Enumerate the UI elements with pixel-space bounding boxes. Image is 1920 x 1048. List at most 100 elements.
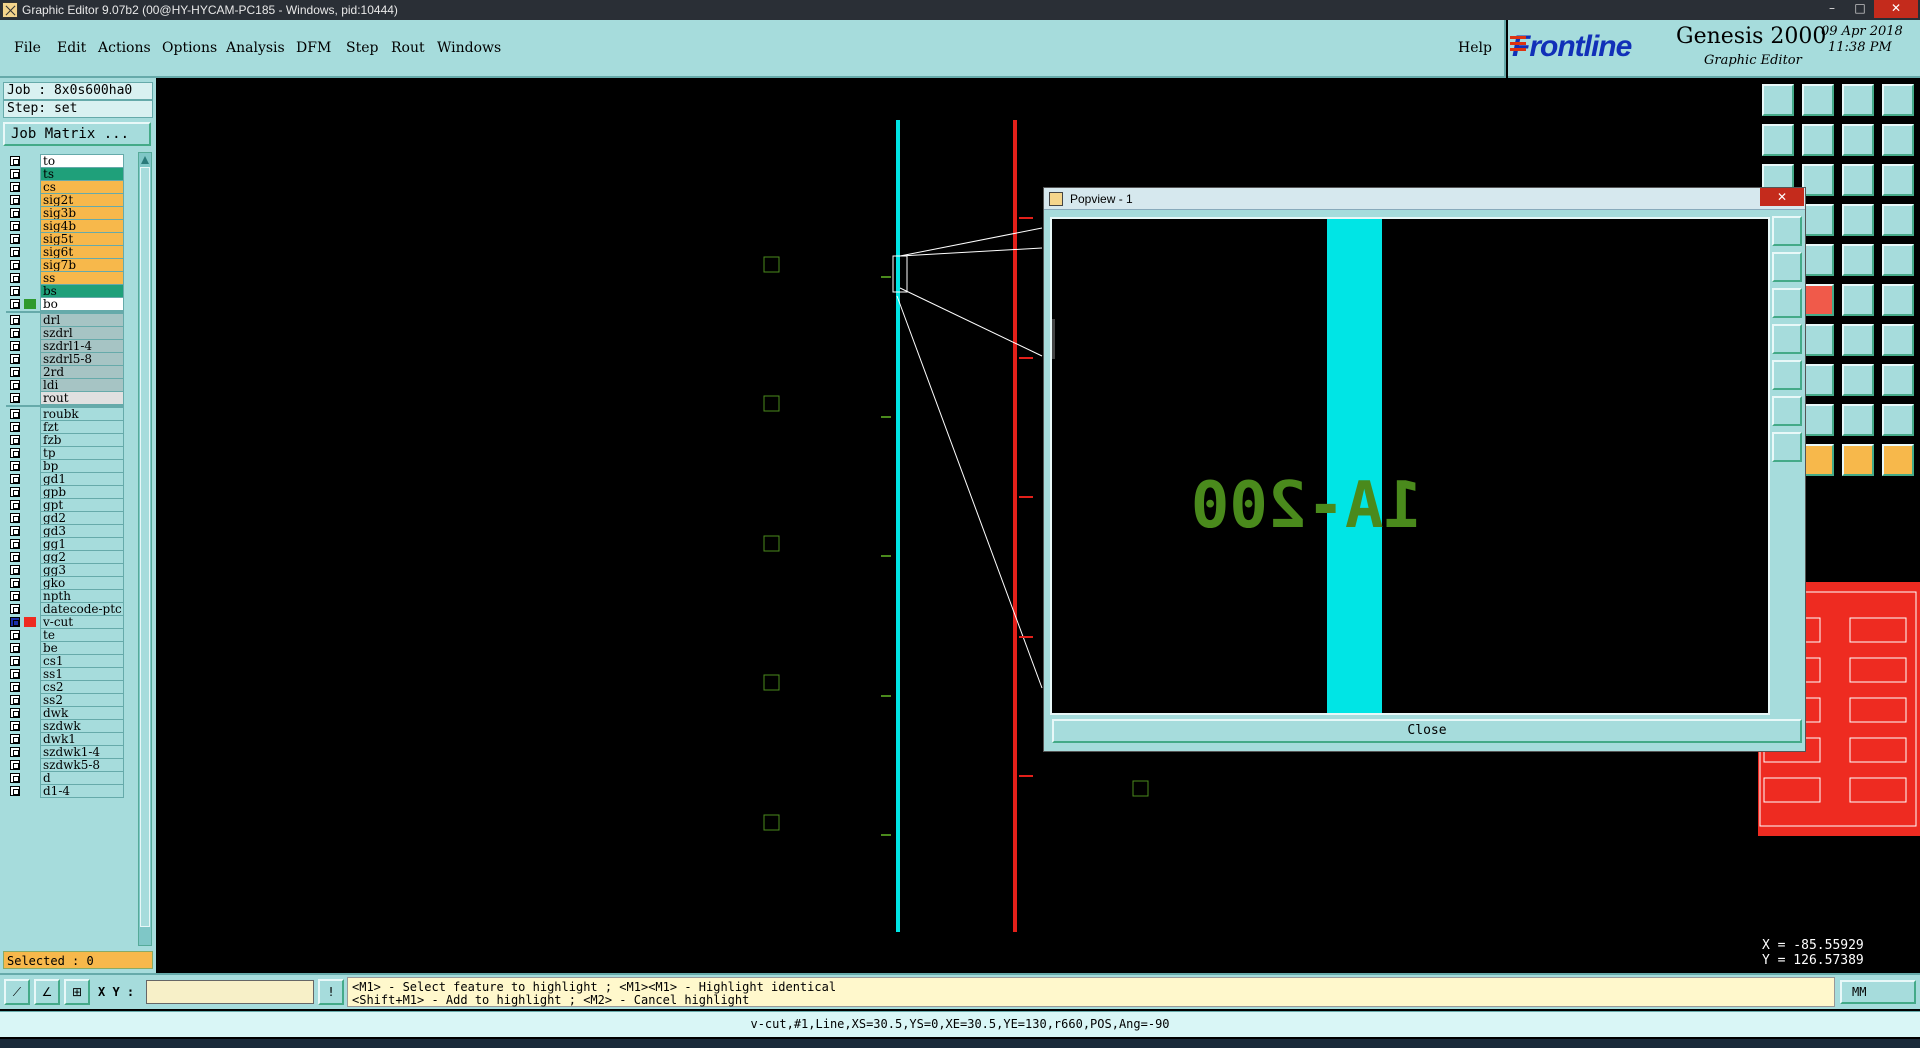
- layer-checkbox[interactable]: [10, 435, 20, 445]
- layer-checkbox[interactable]: [10, 682, 20, 692]
- menu-actions[interactable]: Actions: [98, 40, 151, 56]
- layer-checkbox[interactable]: [10, 643, 20, 653]
- layer-row[interactable]: cs: [6, 180, 124, 194]
- minimize-button[interactable]: –: [1818, 0, 1846, 18]
- layer-checkbox[interactable]: [10, 708, 20, 718]
- home-icon[interactable]: [1842, 84, 1874, 116]
- layer-row[interactable]: szdrl1-4: [6, 339, 124, 353]
- redraw-icon[interactable]: [1882, 124, 1914, 156]
- layer-row[interactable]: ss: [6, 271, 124, 285]
- layer-row[interactable]: npth: [6, 589, 124, 603]
- layer-row[interactable]: fzb: [6, 433, 124, 447]
- layer-row[interactable]: tp: [6, 446, 124, 460]
- layer-row[interactable]: gg2: [6, 550, 124, 564]
- layer-name[interactable]: gg1: [40, 537, 124, 551]
- layer-row[interactable]: gg1: [6, 537, 124, 551]
- layer-row[interactable]: cs1: [6, 654, 124, 668]
- layer-row[interactable]: dwk: [6, 706, 124, 720]
- layer-name[interactable]: szdrl: [40, 326, 124, 340]
- layer-name[interactable]: dwk1: [40, 732, 124, 746]
- layer-name[interactable]: gpt: [40, 498, 124, 512]
- layer-name[interactable]: sig4b: [40, 219, 124, 233]
- layer-name[interactable]: to: [40, 154, 124, 168]
- popview-pan-left-icon[interactable]: [1772, 324, 1802, 354]
- layer-name[interactable]: te: [40, 628, 124, 642]
- layer-checkbox[interactable]: [10, 604, 20, 614]
- layer-checkbox[interactable]: [10, 409, 20, 419]
- pointer3-icon[interactable]: [1882, 444, 1914, 476]
- layer-row[interactable]: v-cut: [6, 615, 124, 629]
- menu-dfm[interactable]: DFM: [296, 40, 331, 56]
- layer-checkbox[interactable]: [10, 513, 20, 523]
- layer-row[interactable]: to: [6, 154, 124, 168]
- layer-row[interactable]: roubk: [6, 407, 124, 421]
- layer-row[interactable]: szdrl5-8: [6, 352, 124, 366]
- help-icon[interactable]: [1882, 164, 1914, 196]
- layer-checkbox[interactable]: [10, 721, 20, 731]
- layer-checkbox[interactable]: [10, 341, 20, 351]
- connect-icon[interactable]: [1842, 204, 1874, 236]
- layer-checkbox[interactable]: [10, 169, 20, 179]
- measure-icon[interactable]: ∠: [34, 979, 60, 1005]
- pointer2-icon[interactable]: [1842, 444, 1874, 476]
- maximize-button[interactable]: □: [1846, 0, 1874, 18]
- layer-name[interactable]: sig3b: [40, 206, 124, 220]
- layer-row[interactable]: sig6t: [6, 245, 124, 259]
- fiducial-box[interactable]: [763, 395, 780, 412]
- import-icon[interactable]: [1762, 84, 1794, 116]
- layer-checkbox[interactable]: [10, 422, 20, 432]
- undo-icon[interactable]: [1842, 324, 1874, 356]
- layer-name[interactable]: dwk: [40, 706, 124, 720]
- layer-row[interactable]: bs: [6, 284, 124, 298]
- info-icon[interactable]: !: [318, 979, 344, 1005]
- popview-close-icon[interactable]: ✕: [1760, 188, 1804, 206]
- layer-name[interactable]: d1-4: [40, 784, 124, 798]
- popview-canvas[interactable]: 1A-200: [1050, 217, 1770, 715]
- layer-checkbox[interactable]: [10, 156, 20, 166]
- popview-home-icon[interactable]: [1772, 396, 1802, 426]
- layer-name[interactable]: drl: [40, 313, 124, 327]
- layer-name[interactable]: sig7b: [40, 258, 124, 272]
- layer-checkbox[interactable]: [10, 286, 20, 296]
- layer-checkbox[interactable]: [10, 393, 20, 403]
- layer-name[interactable]: gd1: [40, 472, 124, 486]
- layer-checkbox[interactable]: [10, 760, 20, 770]
- layer-name[interactable]: bp: [40, 459, 124, 473]
- fiducial-box[interactable]: [763, 674, 780, 691]
- layer-row[interactable]: szdwk1-4: [6, 745, 124, 759]
- layer-row[interactable]: gd1: [6, 472, 124, 486]
- node-icon[interactable]: [1842, 284, 1874, 316]
- layer-name[interactable]: cs2: [40, 680, 124, 694]
- circle-icon[interactable]: [1882, 244, 1914, 276]
- xy-input[interactable]: [146, 980, 314, 1004]
- layer-name[interactable]: szdwk: [40, 719, 124, 733]
- layer-row[interactable]: ss1: [6, 667, 124, 681]
- layer-row[interactable]: ss2: [6, 693, 124, 707]
- layer-checkbox[interactable]: [10, 260, 20, 270]
- menu-file[interactable]: File: [14, 40, 41, 56]
- layer-row[interactable]: gpt: [6, 498, 124, 512]
- layer-row[interactable]: datecode-ptc: [6, 602, 124, 616]
- menu-step[interactable]: Step: [346, 40, 378, 56]
- layer-row[interactable]: gko: [6, 576, 124, 590]
- layer-checkbox[interactable]: [10, 578, 20, 588]
- layer-name[interactable]: sig2t: [40, 193, 124, 207]
- layer-checkbox[interactable]: [10, 617, 20, 627]
- layer-name[interactable]: ts: [40, 167, 124, 181]
- node2-icon[interactable]: [1882, 284, 1914, 316]
- measure-icon[interactable]: [1802, 204, 1834, 236]
- layer-name[interactable]: sig6t: [40, 245, 124, 259]
- units-select[interactable]: MM: [1840, 980, 1916, 1004]
- layer-name[interactable]: gg2: [40, 550, 124, 564]
- add-feature-icon[interactable]: [1802, 244, 1834, 276]
- layer-row[interactable]: sig7b: [6, 258, 124, 272]
- split-icon[interactable]: [1882, 324, 1914, 356]
- layer-name[interactable]: gd2: [40, 511, 124, 525]
- layer-row[interactable]: ts: [6, 167, 124, 181]
- layer-checkbox[interactable]: [10, 380, 20, 390]
- layer-row[interactable]: gd3: [6, 524, 124, 538]
- popview-zoom-in-icon[interactable]: [1772, 252, 1802, 282]
- layer-name[interactable]: ss2: [40, 693, 124, 707]
- layer-checkbox[interactable]: [10, 565, 20, 575]
- scroll-thumb[interactable]: [140, 167, 150, 927]
